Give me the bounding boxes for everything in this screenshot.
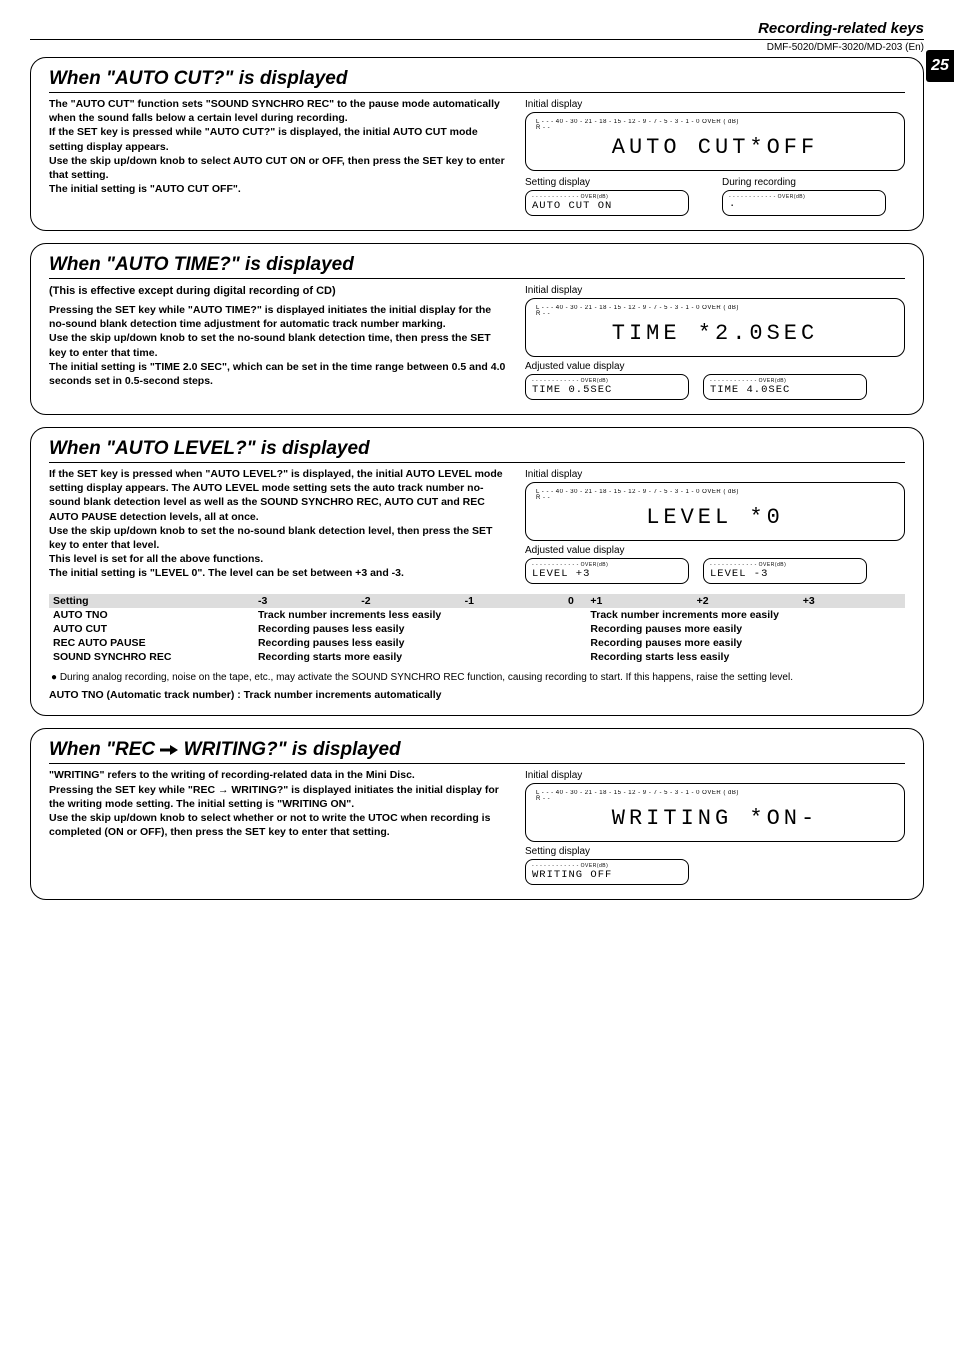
section-auto-level: When "AUTO LEVEL?" is displayed If the S… bbox=[30, 427, 924, 716]
lcd-text: WRITING *ON- bbox=[536, 802, 894, 835]
lcd-auto-cut-during: - - - - - - - - - - - - OVER(dB) · bbox=[722, 190, 886, 216]
caption-initial: Initial display bbox=[525, 770, 905, 781]
meter-scale: L - - - 40 - 30 - 21 - 18 - 15 - 12 - 9 … bbox=[536, 790, 894, 802]
para-rec-writing: "WRITING" refers to the writing of recor… bbox=[49, 768, 509, 839]
heading-suffix: WRITING?" is displayed bbox=[178, 739, 400, 760]
cell: Track number increments more easily bbox=[586, 608, 905, 622]
heading-auto-cut: When "AUTO CUT?" is displayed bbox=[49, 68, 905, 93]
model-line: DMF-5020/DMF-3020/MD-203 (En) bbox=[30, 39, 924, 53]
caption-setting: Setting display bbox=[525, 177, 708, 188]
heading-auto-level: When "AUTO LEVEL?" is displayed bbox=[49, 438, 905, 463]
lcd-text: LEVEL +3 bbox=[532, 568, 682, 580]
lcd-auto-time-initial: L - - - 40 - 30 - 21 - 18 - 15 - 12 - 9 … bbox=[525, 298, 905, 357]
lcd-text: AUTO CUT*OFF bbox=[536, 131, 894, 164]
row-label: SOUND SYNCHRO REC bbox=[49, 650, 254, 664]
cell: Recording pauses less easily bbox=[254, 636, 564, 650]
para-auto-time: Pressing the SET key while "AUTO TIME?" … bbox=[49, 303, 509, 388]
lcd-auto-cut-initial: L - - - 40 - 30 - 21 - 18 - 15 - 12 - 9 … bbox=[525, 112, 905, 171]
heading-auto-time: When "AUTO TIME?" is displayed bbox=[49, 254, 905, 279]
caption-adjusted: Adjusted value display bbox=[525, 361, 905, 372]
caption-setting: Setting display bbox=[525, 846, 905, 857]
cell: Recording starts more easily bbox=[254, 650, 564, 664]
subnote-auto-time: (This is effective except during digital… bbox=[49, 285, 509, 297]
section-auto-cut: When "AUTO CUT?" is displayed The "AUTO … bbox=[30, 57, 924, 231]
section-auto-time: When "AUTO TIME?" is displayed (This is … bbox=[30, 243, 924, 415]
bullet-icon: ● bbox=[51, 672, 60, 683]
row-label: AUTO CUT bbox=[49, 622, 254, 636]
table-row: REC AUTO PAUSE Recording pauses less eas… bbox=[49, 636, 905, 650]
table-row: AUTO CUT Recording pauses less easily Re… bbox=[49, 622, 905, 636]
cell: Track number increments less easily bbox=[254, 608, 564, 622]
caption-during: During recording bbox=[722, 177, 905, 188]
lcd-auto-time-adj-b: - - - - - - - - - - - - OVER(dB) TIME 4.… bbox=[703, 374, 867, 400]
page-number: 25 bbox=[926, 50, 954, 82]
auto-tno-note: AUTO TNO (Automatic track number) : Trac… bbox=[49, 689, 905, 701]
lcd-text: TIME *2.0SEC bbox=[536, 317, 894, 350]
settings-table: Setting -3 -2 -1 0 +1 +2 +3 AUTO TNO Tra… bbox=[49, 594, 905, 664]
lcd-auto-level-adj-a: - - - - - - - - - - - - OVER(dB) LEVEL +… bbox=[525, 558, 689, 584]
section-rec-writing: When "REC WRITING?" is displayed "WRITIN… bbox=[30, 728, 924, 900]
lcd-text: LEVEL *0 bbox=[536, 501, 894, 534]
table-header: +1 bbox=[586, 594, 692, 608]
caption-initial: Initial display bbox=[525, 285, 905, 296]
lcd-rec-writing-setting: - - - - - - - - - - - - OVER(dB) WRITING… bbox=[525, 859, 689, 885]
caption-initial: Initial display bbox=[525, 99, 905, 110]
heading-rec-writing: When "REC WRITING?" is displayed bbox=[49, 739, 905, 764]
lcd-text: WRITING OFF bbox=[532, 869, 682, 881]
cell: Recording pauses more easily bbox=[586, 622, 905, 636]
lcd-text: LEVEL -3 bbox=[710, 568, 860, 580]
heading-prefix: When "REC bbox=[49, 739, 160, 760]
cell: Recording starts less easily bbox=[586, 650, 905, 664]
lcd-auto-time-adj-a: - - - - - - - - - - - - OVER(dB) TIME 0.… bbox=[525, 374, 689, 400]
table-header: -3 bbox=[254, 594, 357, 608]
lcd-text: TIME 4.0SEC bbox=[710, 384, 860, 396]
caption-initial: Initial display bbox=[525, 469, 905, 480]
cell: Recording pauses more easily bbox=[586, 636, 905, 650]
cell: Recording pauses less easily bbox=[254, 622, 564, 636]
lcd-rec-writing-initial: L - - - 40 - 30 - 21 - 18 - 15 - 12 - 9 … bbox=[525, 783, 905, 842]
meter-scale: L - - - 40 - 30 - 21 - 18 - 15 - 12 - 9 … bbox=[536, 305, 894, 317]
row-label: AUTO TNO bbox=[49, 608, 254, 622]
lcd-text: TIME 0.5SEC bbox=[532, 384, 682, 396]
section-title: Recording-related keys bbox=[30, 20, 924, 37]
table-row: AUTO TNO Track number increments less ea… bbox=[49, 608, 905, 622]
lcd-text: · bbox=[729, 200, 879, 212]
table-header: +2 bbox=[693, 594, 799, 608]
caption-adjusted: Adjusted value display bbox=[525, 545, 905, 556]
para-auto-cut: The "AUTO CUT" function sets "SOUND SYNC… bbox=[49, 97, 509, 196]
meter-scale: L - - - 40 - 30 - 21 - 18 - 15 - 12 - 9 … bbox=[536, 119, 894, 131]
meter-scale: L - - - 40 - 30 - 21 - 18 - 15 - 12 - 9 … bbox=[536, 489, 894, 501]
lcd-auto-level-adj-b: - - - - - - - - - - - - OVER(dB) LEVEL -… bbox=[703, 558, 867, 584]
para-auto-level: If the SET key is pressed when "AUTO LEV… bbox=[49, 467, 509, 580]
table-header: -2 bbox=[357, 594, 460, 608]
note-bullet: ● During analog recording, noise on the … bbox=[51, 672, 903, 683]
row-label: REC AUTO PAUSE bbox=[49, 636, 254, 650]
table-header: -1 bbox=[461, 594, 564, 608]
table-row: SOUND SYNCHRO REC Recording starts more … bbox=[49, 650, 905, 664]
table-header: +3 bbox=[799, 594, 905, 608]
lcd-text: AUTO CUT ON bbox=[532, 200, 682, 212]
table-header: 0 bbox=[564, 594, 586, 608]
lcd-auto-cut-setting: - - - - - - - - - - - - OVER(dB) AUTO CU… bbox=[525, 190, 689, 216]
note-text: During analog recording, noise on the ta… bbox=[60, 672, 793, 683]
lcd-auto-level-initial: L - - - 40 - 30 - 21 - 18 - 15 - 12 - 9 … bbox=[525, 482, 905, 541]
arrow-right-icon bbox=[160, 744, 178, 756]
table-header: Setting bbox=[49, 594, 254, 608]
